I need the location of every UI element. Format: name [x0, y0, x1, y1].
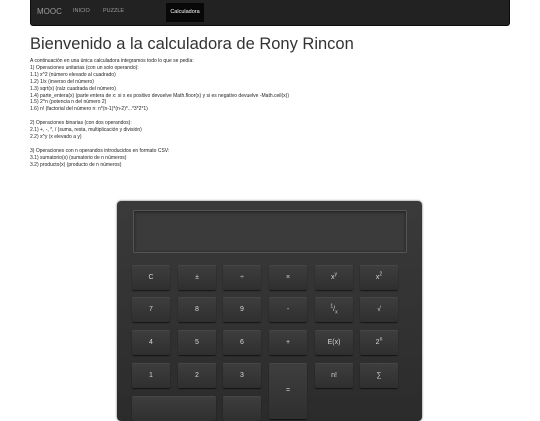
calculator: C ± ÷ × xy x2 7 8 9 - 1/x √ 4 5 6 + E(x)… [117, 201, 422, 421]
desc-line: 2.1) +, -, *, / (suma, resta, multiplica… [30, 127, 142, 134]
four-button[interactable]: 4 [132, 330, 170, 355]
brand-link[interactable]: MOOC [37, 7, 62, 16]
desc-line: 3) Operaciones con n operandos introduci… [30, 147, 170, 154]
desc-line: A continuación en una única calculadora … [30, 58, 194, 64]
description: A continuación en una única calculadora … [30, 58, 510, 168]
sum-button[interactable]: ∑ [360, 363, 398, 388]
equals-button[interactable]: = [269, 363, 307, 419]
navbar: MOOC INICIO PUZZLE Calculadora [30, 0, 510, 26]
five-button[interactable]: 5 [178, 330, 216, 355]
plus-button[interactable]: + [269, 330, 307, 355]
two-button[interactable]: 2 [178, 363, 216, 388]
one-button[interactable]: 1 [132, 363, 170, 388]
desc-line: 2) Operaciones binarias (con dos operand… [30, 120, 132, 127]
desc-line: 2.2) x^y (x elevado a y) [30, 133, 82, 140]
two-power-n-button[interactable]: 2n [360, 330, 398, 355]
calculator-display[interactable] [133, 210, 407, 253]
desc-gap [30, 113, 510, 120]
desc-line: 3.1) sumatorio(x) (sumatorio de n número… [30, 154, 127, 161]
power-button[interactable]: xy [315, 265, 353, 290]
desc-gap [30, 141, 510, 148]
desc-line: 1) Operaciones unitarias (con un solo op… [30, 64, 139, 71]
decimal-button[interactable] [223, 396, 261, 421]
zero-button[interactable] [132, 396, 216, 421]
nav-link-inicio[interactable]: INICIO [73, 8, 90, 14]
desc-line: 1.5) 2^n (potencia n del número 2) [30, 99, 107, 106]
desc-line: 1.1) x^2 (número elevado al cuadrado) [30, 71, 116, 78]
divide-button[interactable]: ÷ [223, 265, 261, 290]
floor-button[interactable]: E(x) [315, 330, 353, 355]
minus-button[interactable]: - [269, 297, 307, 322]
desc-line: 1.3) sqrt(x) (raíz cuadrada del número) [30, 85, 116, 92]
plus-minus-button[interactable]: ± [178, 265, 216, 290]
nav-link-puzzle[interactable]: PUZZLE [103, 8, 124, 14]
desc-line: 1.6) n! (factorial del número n: n*(n-1)… [30, 106, 148, 113]
desc-line: 1.4) parte_entera(x) (parte entera de x:… [30, 92, 290, 99]
square-button[interactable]: x2 [360, 265, 398, 290]
three-button[interactable]: 3 [223, 363, 261, 388]
nine-button[interactable]: 9 [223, 297, 261, 322]
six-button[interactable]: 6 [223, 330, 261, 355]
inverse-button[interactable]: 1/x [315, 297, 353, 322]
clear-button[interactable]: C [132, 265, 170, 290]
page-title: Bienvenido a la calculadora de Rony Rinc… [30, 35, 354, 53]
multiply-button[interactable]: × [269, 265, 307, 290]
factorial-button[interactable]: n! [315, 363, 353, 388]
seven-button[interactable]: 7 [132, 297, 170, 322]
desc-line: 1.2) 1/x (inverso del número) [30, 78, 94, 85]
desc-line: 3.2) producto(x) (producto de n números) [30, 161, 122, 168]
sqrt-button[interactable]: √ [360, 297, 398, 322]
nav-link-calculadora[interactable]: Calculadora [166, 3, 204, 22]
eight-button[interactable]: 8 [178, 297, 216, 322]
